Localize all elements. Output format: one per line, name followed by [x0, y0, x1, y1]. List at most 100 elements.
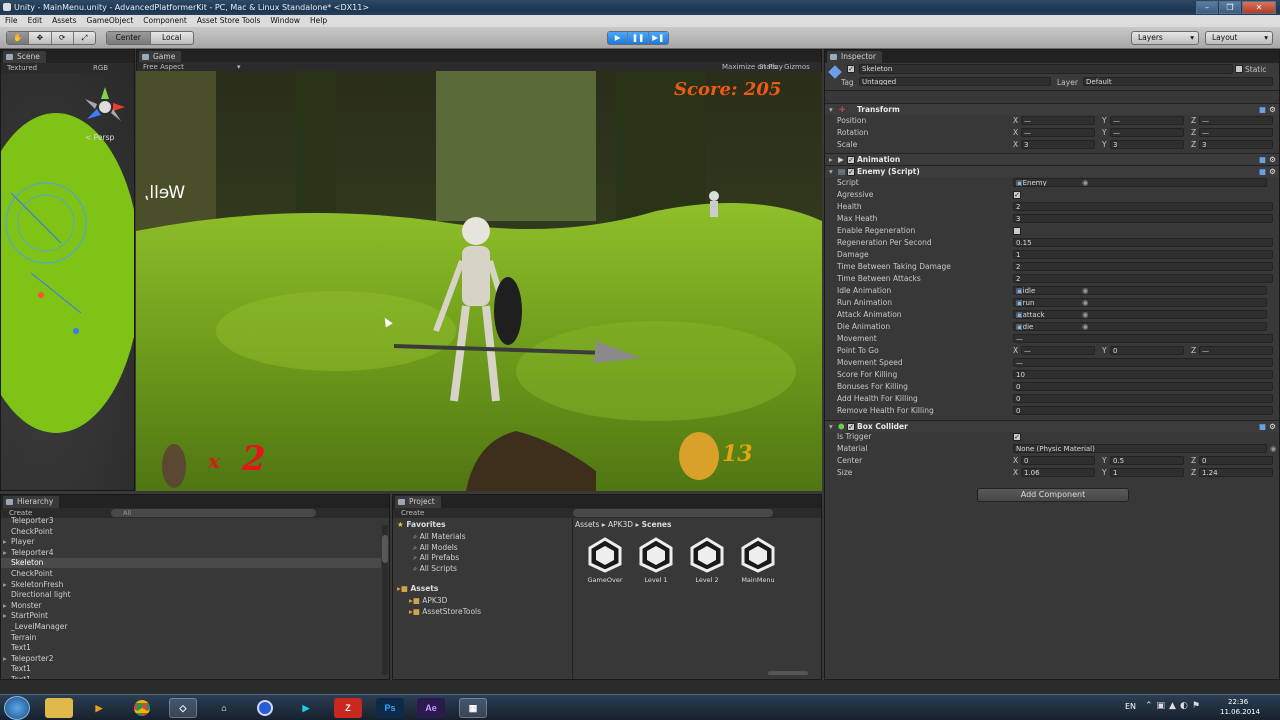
- play-icon[interactable]: ▶: [608, 32, 629, 44]
- transform-y-field[interactable]: —: [1110, 128, 1184, 137]
- center-x-field[interactable]: 0: [1021, 456, 1095, 465]
- breadcrumb-scenes[interactable]: Scenes: [642, 520, 672, 529]
- enemy-enabled-checkbox[interactable]: ✓: [847, 168, 855, 176]
- tab-inspector[interactable]: Inspector: [827, 51, 882, 63]
- close-icon[interactable]: ✕: [1242, 1, 1276, 14]
- project-search-input[interactable]: [573, 509, 773, 517]
- add-component-button[interactable]: Add Component: [977, 488, 1129, 502]
- enemy-property-field[interactable]: ▣Enemy: [1013, 178, 1267, 187]
- tag-dropdown[interactable]: Untagged: [859, 77, 1051, 86]
- enemy-property-field[interactable]: 0.15: [1013, 238, 1273, 247]
- sdk-taskbar-icon[interactable]: ▶: [292, 698, 320, 718]
- scene-asset[interactable]: GameOver: [581, 537, 629, 587]
- clock-time[interactable]: 22:36: [1228, 698, 1248, 706]
- transform-x-field[interactable]: —: [1021, 128, 1095, 137]
- launcher-taskbar-icon[interactable]: ⌂: [210, 698, 238, 718]
- hierarchy-scroll-thumb[interactable]: [382, 535, 388, 563]
- object-picker-icon[interactable]: ◉: [1082, 177, 1089, 189]
- breadcrumb-apk3d[interactable]: APK3D: [608, 520, 633, 529]
- filezilla-taskbar-icon[interactable]: Z: [334, 698, 362, 718]
- tray-icons[interactable]: ⌃▣▲◐⚑: [1145, 701, 1204, 711]
- favorite-item[interactable]: ⌕ All Scripts: [413, 564, 457, 574]
- enemy-property-field[interactable]: 3: [1013, 214, 1273, 223]
- hierarchy-item[interactable]: Text1: [11, 664, 31, 674]
- menu-file[interactable]: File: [0, 15, 23, 27]
- scale-tool-icon[interactable]: ⤢: [74, 32, 95, 44]
- transform-z-field[interactable]: —: [1199, 116, 1273, 125]
- scene-viewport[interactable]: < Persp: [1, 73, 134, 490]
- size-y-field[interactable]: 1: [1110, 468, 1184, 477]
- transform-z-field[interactable]: —: [1199, 128, 1273, 137]
- hierarchy-item[interactable]: Text1: [11, 643, 31, 653]
- menu-component[interactable]: Component: [138, 15, 192, 27]
- animation-header[interactable]: ▸ ▶ ✓ Animation ■ ⚙: [825, 153, 1279, 165]
- enemy-property-field[interactable]: —: [1013, 334, 1273, 343]
- after-effects-taskbar-icon[interactable]: Ae: [417, 698, 445, 718]
- asset-folder-item[interactable]: ▸■ APK3D: [409, 596, 447, 606]
- rgb-dropdown[interactable]: RGB: [93, 63, 108, 73]
- enemy-property-field[interactable]: ▣run: [1013, 298, 1267, 307]
- enemy-property-field[interactable]: 2: [1013, 262, 1273, 271]
- layers-dropdown[interactable]: Layers ▾: [1131, 31, 1199, 45]
- hand-tool-icon[interactable]: ✋: [7, 32, 30, 44]
- enemy-property-field[interactable]: 2: [1013, 202, 1273, 211]
- enemy-property-field[interactable]: 0: [1013, 406, 1273, 415]
- hierarchy-item[interactable]: ▸ SkeletonFresh: [3, 580, 63, 590]
- favorite-item[interactable]: ⌕ All Materials: [413, 532, 466, 542]
- restore-icon[interactable]: ❐: [1219, 1, 1241, 14]
- hierarchy-item[interactable]: CheckPoint: [11, 569, 53, 579]
- menu-gameobject[interactable]: GameObject: [82, 15, 139, 27]
- foldout-icon[interactable]: ▸: [3, 654, 7, 664]
- favorite-item[interactable]: ⌕ All Prefabs: [413, 553, 459, 563]
- game-viewport[interactable]: Score: 205 Well, x 2 13: [136, 71, 822, 491]
- enemy-script-header[interactable]: ▾ ▤ ✓ Enemy (Script) ■ ⚙: [825, 165, 1279, 177]
- layer-dropdown[interactable]: Default: [1083, 77, 1273, 86]
- tab-project[interactable]: Project: [395, 496, 441, 508]
- hierarchy-item[interactable]: ▸ StartPoint: [3, 611, 48, 621]
- transform-x-field[interactable]: —: [1021, 116, 1095, 125]
- pivot-local-button[interactable]: Local: [151, 32, 194, 44]
- asset-folder-item[interactable]: ▸■ AssetStoreTools: [409, 607, 481, 617]
- scene-gizmo-icon[interactable]: [83, 85, 127, 129]
- menu-asset-store-tools[interactable]: Asset Store Tools: [192, 15, 266, 27]
- browser-taskbar-icon[interactable]: [251, 698, 279, 718]
- point-to-go-y-field[interactable]: 0: [1110, 346, 1184, 355]
- enemy-property-checkbox[interactable]: ✓: [1013, 191, 1021, 199]
- is-trigger-checkbox[interactable]: ✓: [1013, 433, 1021, 441]
- object-picker-icon[interactable]: ◉: [1082, 309, 1089, 321]
- object-name-field[interactable]: Skeleton: [859, 64, 1233, 74]
- point-to-go-z-field[interactable]: —: [1199, 346, 1273, 355]
- favorite-item[interactable]: ⌕ All Models: [413, 543, 458, 553]
- object-picker-icon[interactable]: ◉: [1270, 443, 1277, 455]
- hierarchy-item[interactable]: Terrain: [11, 633, 36, 643]
- object-active-checkbox[interactable]: ✓: [847, 65, 855, 73]
- object-picker-icon[interactable]: ◉: [1082, 285, 1089, 297]
- tab-scene[interactable]: Scene: [3, 51, 46, 63]
- hierarchy-item[interactable]: ▸Skeleton: [1, 558, 381, 569]
- transform-y-field[interactable]: —: [1110, 116, 1184, 125]
- scene-asset[interactable]: Level 1: [632, 537, 680, 587]
- center-y-field[interactable]: 0.5: [1110, 456, 1184, 465]
- foldout-icon[interactable]: ▸: [3, 537, 7, 547]
- enemy-property-field[interactable]: ▣attack: [1013, 310, 1267, 319]
- enemy-property-checkbox[interactable]: [1013, 227, 1021, 235]
- transform-y-field[interactable]: 3: [1110, 140, 1184, 149]
- enemy-property-field[interactable]: —: [1013, 358, 1273, 367]
- media-taskbar-icon[interactable]: ▶: [85, 698, 113, 718]
- scene-asset[interactable]: Level 2: [683, 537, 731, 587]
- enemy-property-field[interactable]: 10: [1013, 370, 1273, 379]
- transform-x-field[interactable]: 3: [1021, 140, 1095, 149]
- photoshop-taskbar-icon[interactable]: Ps: [376, 698, 404, 718]
- project-create-button[interactable]: Create: [401, 508, 424, 518]
- move-tool-icon[interactable]: ✥: [29, 32, 52, 44]
- hierarchy-item[interactable]: ▸ Monster: [3, 601, 41, 611]
- hierarchy-item[interactable]: Teleporter3: [11, 516, 53, 526]
- menu-edit[interactable]: Edit: [23, 15, 48, 27]
- foldout-icon[interactable]: ▸: [3, 611, 7, 621]
- object-picker-icon[interactable]: ◉: [1082, 321, 1089, 333]
- size-x-field[interactable]: 1.06: [1021, 468, 1095, 477]
- box-collider-enabled-checkbox[interactable]: ✓: [847, 423, 855, 431]
- hierarchy-item[interactable]: ▸ Teleporter2: [3, 654, 53, 664]
- enemy-property-field[interactable]: 0: [1013, 382, 1273, 391]
- size-z-field[interactable]: 1.24: [1199, 468, 1273, 477]
